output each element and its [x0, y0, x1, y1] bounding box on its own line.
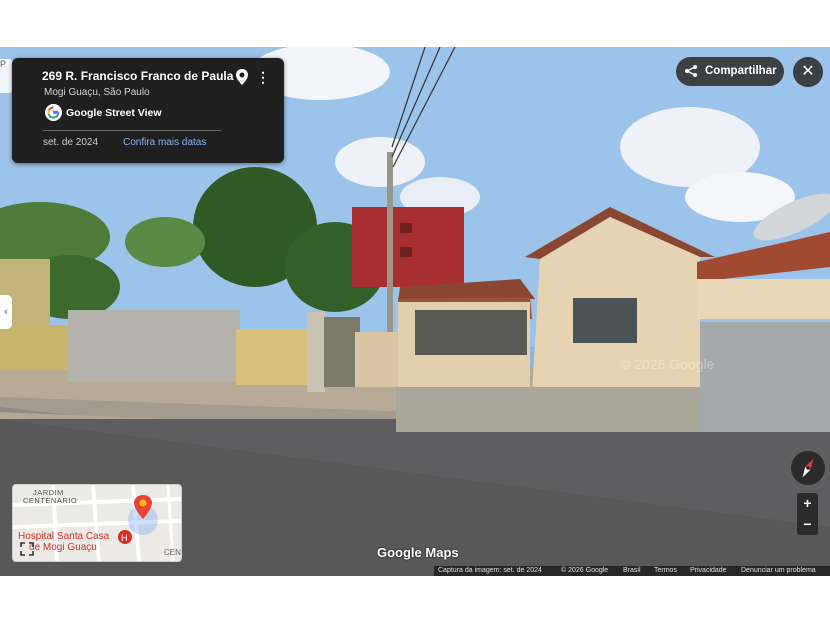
service-label: Google Street View: [66, 107, 162, 119]
google-g-icon: [45, 104, 62, 121]
expand-icon[interactable]: [20, 542, 34, 556]
share-button[interactable]: Compartilhar: [676, 57, 784, 86]
street-view-viewport[interactable]: © 2026 Google P ‹ 269 R. Francisco Franc…: [0, 47, 830, 576]
minimap[interactable]: H JARDIM CENTENARIO Hospital Santa Casa …: [12, 484, 182, 562]
more-dates-link[interactable]: Confira mais datas: [123, 137, 206, 148]
zoom-in-button[interactable]: +: [797, 493, 818, 514]
footer-report[interactable]: Denunciar um problema: [741, 567, 816, 574]
map-cut-label: CEN: [164, 548, 181, 557]
map-area-label-2: CENTENARIO: [23, 496, 78, 505]
map-poi-line-2: de Mogi Guaçu: [29, 542, 97, 553]
share-icon: [685, 65, 697, 77]
location-info-card: 269 R. Francisco Franco de Paula Mogi Gu…: [12, 58, 284, 163]
close-icon: ✕: [801, 63, 815, 80]
footer-copyright: © 2026 Google: [561, 567, 609, 574]
card-divider: [43, 130, 221, 131]
compass-icon[interactable]: [791, 451, 825, 485]
footer-capture: Captura da imagem: set. de 2024: [438, 567, 542, 574]
pin-icon[interactable]: [234, 68, 250, 86]
nav-left-arrow[interactable]: ‹: [0, 295, 12, 329]
close-button[interactable]: ✕: [793, 57, 823, 87]
peek-text: P: [0, 59, 7, 69]
capture-date: set. de 2024: [43, 137, 99, 148]
svg-text:H: H: [121, 533, 128, 543]
address-title: 269 R. Francisco Franco de Paula: [42, 69, 234, 83]
google-maps-logo: Google Maps: [377, 545, 459, 560]
address-subtitle: Mogi Guaçu, São Paulo: [44, 87, 150, 98]
more-vert-icon[interactable]: ⋮: [256, 67, 270, 87]
zoom-out-button[interactable]: −: [797, 514, 818, 535]
footer-terms[interactable]: Termos: [654, 567, 677, 574]
zoom-controls: + −: [797, 493, 818, 535]
watermark-text: © 2026 Google: [620, 356, 715, 372]
footer-attribution: Captura da imagem: set. de 2024 © 2026 G…: [434, 566, 830, 576]
footer-privacy[interactable]: Privacidade: [690, 567, 727, 574]
map-poi-line-1: Hospital Santa Casa: [18, 531, 110, 542]
footer-country[interactable]: Brasil: [623, 567, 641, 574]
share-label: Compartilhar: [705, 65, 777, 77]
